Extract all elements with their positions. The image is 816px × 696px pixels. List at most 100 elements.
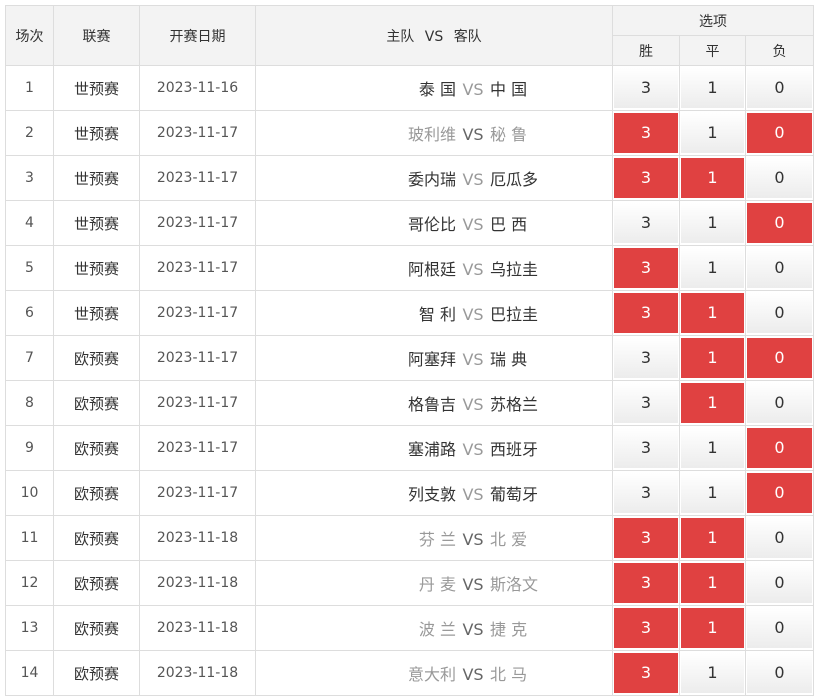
option-lose-button[interactable]: 0 <box>747 383 813 423</box>
option-lose-button[interactable]: 0 <box>747 158 813 198</box>
option-draw-button[interactable]: 1 <box>681 473 744 513</box>
match-date: 2023-11-18 <box>139 605 256 651</box>
option-lose-button[interactable]: 0 <box>747 248 813 288</box>
away-team: 瑞 典 <box>490 350 528 369</box>
option-draw-button[interactable]: 1 <box>681 113 744 153</box>
option-win-button[interactable]: 3 <box>614 473 678 513</box>
option-win-button[interactable]: 3 <box>614 653 678 693</box>
teams-cell: 哥伦比 VS 巴 西 <box>255 200 613 246</box>
match-date: 2023-11-16 <box>139 65 256 111</box>
option-draw-button[interactable]: 1 <box>681 338 744 378</box>
option-lose-cell: 0 <box>744 470 815 516</box>
away-team: 巴拉圭 <box>490 305 539 324</box>
teams-cell: 格鲁吉 VS 苏格兰 <box>255 380 613 426</box>
league-name: 欧预赛 <box>53 560 140 606</box>
away-team: 苏格兰 <box>490 395 539 414</box>
option-draw-button[interactable]: 1 <box>681 563 744 603</box>
option-lose-cell: 0 <box>744 290 815 336</box>
header-options: 选项 <box>611 5 815 36</box>
option-win-button[interactable]: 3 <box>614 563 678 603</box>
home-team: 哥伦比 <box>407 215 456 234</box>
away-team: 葡萄牙 <box>490 485 539 504</box>
match-number: 12 <box>5 560 54 606</box>
option-draw-button[interactable]: 1 <box>681 428 744 468</box>
option-draw-button[interactable]: 1 <box>681 518 744 558</box>
option-win-cell: 3 <box>612 560 680 606</box>
option-lose-cell: 0 <box>744 515 815 561</box>
option-win-button[interactable]: 3 <box>614 608 678 648</box>
option-lose-cell: 0 <box>744 560 815 606</box>
option-lose-cell: 0 <box>744 650 815 696</box>
vs-label: VS <box>462 215 484 234</box>
option-lose-button[interactable]: 0 <box>747 608 813 648</box>
option-win-button[interactable]: 3 <box>614 383 678 423</box>
header-draw: 平 <box>679 35 746 66</box>
league-name: 世预赛 <box>53 290 140 336</box>
away-team: 西班牙 <box>490 440 539 459</box>
away-team: 巴 西 <box>490 215 528 234</box>
vs-label: VS <box>462 395 484 414</box>
header-lose: 负 <box>744 35 815 66</box>
home-team: 阿塞拜 <box>407 350 456 369</box>
option-draw-cell: 1 <box>679 245 746 291</box>
vs-label: VS <box>462 620 484 639</box>
header-home: 主队 <box>386 28 415 45</box>
match-number: 7 <box>5 335 54 381</box>
option-lose-button[interactable]: 0 <box>747 68 813 108</box>
table-row: 5 世预赛 2023-11-17 阿根廷 VS 乌拉圭 3 1 0 <box>5 245 815 291</box>
table-row: 13 欧预赛 2023-11-18 波 兰 VS 捷 克 310 <box>5 605 815 651</box>
match-date: 2023-11-17 <box>139 290 256 336</box>
home-team: 阿根廷 <box>407 260 456 279</box>
header-date: 开赛日期 <box>139 5 256 66</box>
table-row: 8 欧预赛 2023-11-17 格鲁吉 VS 苏格兰 3 1 0 <box>5 380 815 426</box>
option-win-button[interactable]: 3 <box>614 428 678 468</box>
teams-cell: 芬 兰 VS 北 爱 <box>255 515 613 561</box>
option-lose-button[interactable]: 0 <box>747 563 813 603</box>
teams-cell: 塞浦路 VS 西班牙 <box>255 425 613 471</box>
option-lose-button[interactable]: 0 <box>747 473 813 513</box>
match-number: 9 <box>5 425 54 471</box>
option-lose-button[interactable]: 0 <box>747 428 813 468</box>
option-win-button[interactable]: 3 <box>614 113 678 153</box>
option-draw-button[interactable]: 1 <box>681 383 744 423</box>
option-win-cell: 3 <box>612 290 680 336</box>
option-lose-button[interactable]: 0 <box>747 203 813 243</box>
option-win-button[interactable]: 3 <box>614 203 678 243</box>
option-lose-button[interactable]: 0 <box>747 518 813 558</box>
teams-cell: 丹 麦 VS 斯洛文 <box>255 560 613 606</box>
option-win-button[interactable]: 3 <box>614 293 678 333</box>
option-lose-button[interactable]: 0 <box>747 653 813 693</box>
option-draw-cell: 1 <box>679 560 746 606</box>
league-name: 世预赛 <box>53 110 140 156</box>
option-draw-button[interactable]: 1 <box>681 158 744 198</box>
option-draw-button[interactable]: 1 <box>681 653 744 693</box>
vs-label: VS <box>462 575 484 594</box>
option-win-button[interactable]: 3 <box>614 158 678 198</box>
option-lose-cell: 0 <box>744 200 815 246</box>
option-win-button[interactable]: 3 <box>614 68 678 108</box>
league-name: 世预赛 <box>53 200 140 246</box>
away-team: 中 国 <box>490 80 528 99</box>
option-lose-button[interactable]: 0 <box>747 338 813 378</box>
option-draw-button[interactable]: 1 <box>681 248 744 288</box>
option-draw-button[interactable]: 1 <box>681 203 744 243</box>
league-name: 欧预赛 <box>53 470 140 516</box>
option-win-cell: 3 <box>612 380 680 426</box>
vs-label: VS <box>462 125 484 144</box>
option-draw-button[interactable]: 1 <box>681 68 744 108</box>
header-teams: 主队 VS 客队 <box>255 5 613 66</box>
option-win-button[interactable]: 3 <box>614 518 678 558</box>
option-win-cell: 3 <box>612 425 680 471</box>
option-draw-button[interactable]: 1 <box>681 293 744 333</box>
option-draw-button[interactable]: 1 <box>681 608 744 648</box>
home-team: 泰 国 <box>418 80 456 99</box>
option-lose-button[interactable]: 0 <box>747 293 813 333</box>
option-win-button[interactable]: 3 <box>614 248 678 288</box>
option-lose-button[interactable]: 0 <box>747 113 813 153</box>
option-lose-cell: 0 <box>744 65 815 111</box>
table-row: 9 欧预赛 2023-11-17 塞浦路 VS 西班牙 3 1 0 <box>5 425 815 471</box>
league-name: 欧预赛 <box>53 380 140 426</box>
option-win-button[interactable]: 3 <box>614 338 678 378</box>
option-win-cell: 3 <box>612 155 680 201</box>
teams-cell: 列支敦 VS 葡萄牙 <box>255 470 613 516</box>
